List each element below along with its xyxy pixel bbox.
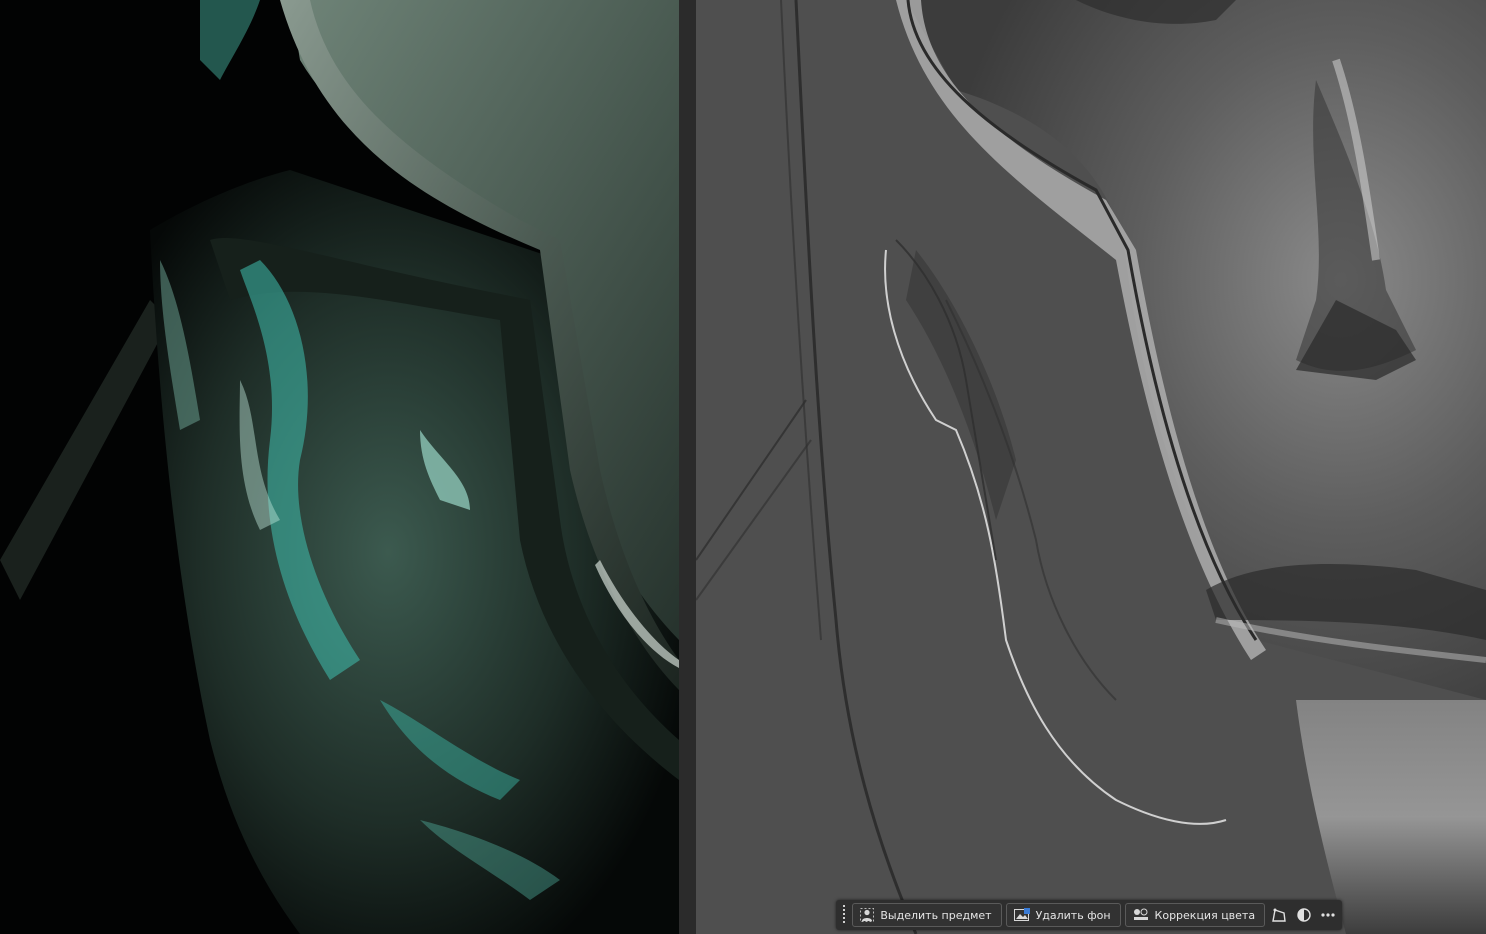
more-options-icon: [1321, 913, 1335, 917]
color-correction-button[interactable]: Коррекция цвета: [1124, 903, 1266, 927]
remove-background-button[interactable]: Удалить фон: [1005, 903, 1121, 927]
color-correction-label: Коррекция цвета: [1154, 908, 1256, 922]
transform-icon: [1272, 908, 1287, 922]
mask-button[interactable]: [1293, 903, 1313, 927]
panel-divider[interactable]: [679, 0, 696, 934]
reference-helmet-art: [0, 0, 679, 934]
mask-contrast-icon: [1296, 908, 1311, 922]
contextual-taskbar: Выделить предмет Удалить фон Коррекция ц…: [836, 900, 1342, 930]
image-remove-bg-icon: [1013, 908, 1030, 921]
reference-image: [0, 0, 679, 934]
remove-background-label: Удалить фон: [1035, 908, 1111, 922]
drag-handle-icon[interactable]: [839, 903, 848, 927]
transform-button[interactable]: [1269, 903, 1289, 927]
color-adjust-icon: [1133, 908, 1148, 920]
more-options-button[interactable]: [1318, 903, 1338, 927]
select-subject-label: Выделить предмет: [880, 908, 992, 922]
person-select-icon: [860, 908, 875, 922]
select-subject-button[interactable]: Выделить предмет: [852, 903, 1002, 927]
sketch-art: [696, 0, 1486, 934]
drawing-canvas[interactable]: [696, 0, 1486, 934]
